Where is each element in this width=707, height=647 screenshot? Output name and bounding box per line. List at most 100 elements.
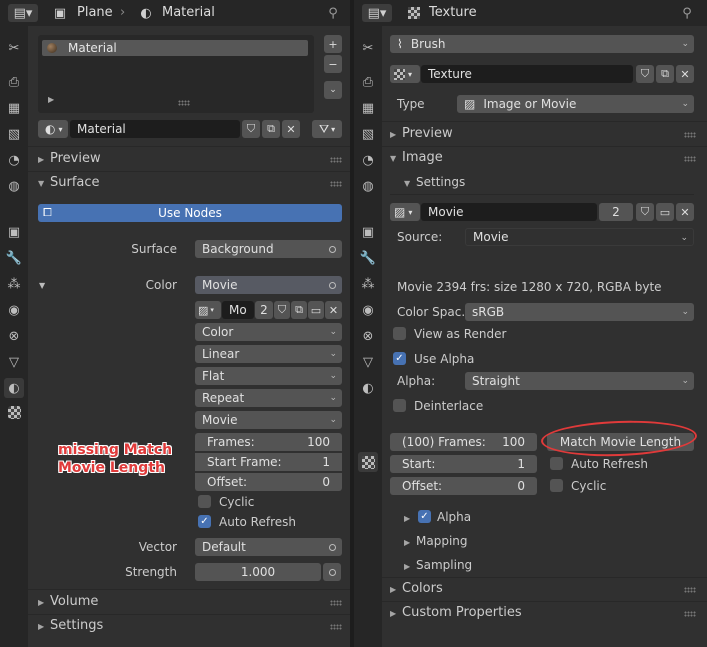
texture-browse-button[interactable]: ▾ [390, 65, 420, 83]
add-slot-button[interactable]: + [324, 35, 342, 53]
preview-grip-icon[interactable] [684, 132, 696, 138]
editor-type-icon[interactable]: ▤▾ [8, 4, 38, 22]
list-expand-icon[interactable]: ▶ [48, 95, 54, 104]
physics-tab-icon[interactable]: ◉ [4, 300, 24, 320]
data-tab-icon[interactable]: ▽ [358, 352, 378, 372]
world-tab-icon[interactable]: ◍ [4, 176, 24, 196]
preview-grip-icon[interactable] [330, 157, 342, 163]
colors-grip-icon[interactable] [684, 587, 696, 593]
settings-subsection-header[interactable]: ▼ Settings [404, 173, 465, 193]
offset-field[interactable]: Offset: 0 [195, 473, 342, 491]
image-section-header[interactable]: ▼ Image [390, 149, 443, 168]
settings-section-header[interactable]: ▶ Settings [38, 617, 103, 636]
strength-socket-button[interactable] [323, 563, 341, 581]
preview-section-header[interactable]: ▶ Preview [390, 125, 453, 144]
offset-field[interactable]: Offset: 0 [390, 477, 537, 495]
extension-dropdown[interactable]: Repeat ⌄ [195, 389, 342, 407]
auto-refresh-checkbox[interactable]: ✓ [198, 515, 211, 528]
image-browse-button[interactable]: ▨ ▾ [390, 203, 420, 221]
custom-properties-section-header[interactable]: ▶ Custom Properties [390, 604, 522, 623]
frames-field[interactable]: Frames: 100 [195, 433, 342, 451]
object-tab-icon[interactable]: ▣ [4, 222, 24, 242]
surface-grip-icon[interactable] [330, 181, 342, 187]
material-name-field[interactable]: Material [70, 120, 240, 138]
image-fake-user-icon[interactable]: ⛉ [274, 301, 290, 319]
object-tab-icon[interactable]: ▣ [358, 222, 378, 242]
constraints-tab-icon[interactable]: ⊗ [358, 326, 378, 346]
pin-icon[interactable]: ⚲ [324, 4, 342, 22]
image-users-field[interactable]: 2 [599, 203, 633, 221]
texture-name-field[interactable]: Texture [421, 65, 633, 83]
alpha-subsection-checkbox[interactable]: ✓ [418, 510, 431, 523]
color-space-dropdown[interactable]: sRGB ⌄ [465, 303, 694, 321]
colors-section-header[interactable]: ▶ Colors [390, 580, 443, 599]
view-layer-tab-icon[interactable]: ▧ [4, 124, 24, 144]
modifier-tab-icon[interactable]: 🔧 [4, 248, 24, 268]
use-alpha-checkbox[interactable]: ✓ [393, 352, 406, 365]
start-field[interactable]: Start: 1 [390, 455, 537, 473]
image-name-field[interactable]: Mo [222, 301, 254, 319]
alpha-mode-dropdown[interactable]: Straight ⌄ [465, 372, 694, 390]
volume-grip-icon[interactable] [330, 600, 342, 606]
image-open-icon[interactable]: ▭ [656, 203, 674, 221]
particles-tab-icon[interactable]: ⁂ [4, 274, 24, 294]
image-duplicate-icon[interactable]: ⧉ [291, 301, 307, 319]
vector-field[interactable]: Default [195, 538, 342, 556]
particles-tab-icon[interactable]: ⁂ [358, 274, 378, 294]
cyclic-checkbox[interactable] [550, 479, 563, 492]
tool-tab-icon[interactable]: ✂ [358, 38, 378, 58]
render-tab-icon[interactable]: ⎙ [4, 72, 24, 92]
texture-tab-icon[interactable] [8, 406, 21, 419]
material-slot-list[interactable]: Material ▶ [38, 35, 314, 113]
cyclic-checkbox[interactable] [198, 495, 211, 508]
image-unlink-icon[interactable]: ✕ [676, 203, 694, 221]
editor-type-icon[interactable]: ▤▾ [362, 4, 392, 22]
deinterlace-checkbox[interactable] [393, 399, 406, 412]
output-tab-icon[interactable]: ▦ [358, 98, 378, 118]
image-unlink-icon[interactable]: ✕ [325, 301, 342, 319]
texture-unlink-icon[interactable]: ✕ [676, 65, 694, 83]
constraints-tab-icon[interactable]: ⊗ [4, 326, 24, 346]
output-tab-icon[interactable]: ▦ [4, 98, 24, 118]
volume-section-header[interactable]: ▶ Volume [38, 593, 98, 612]
slot-specials-button[interactable]: ⌄ [324, 81, 342, 99]
render-tab-icon[interactable]: ⎙ [358, 72, 378, 92]
data-tab-icon[interactable]: ▽ [4, 352, 24, 372]
sampling-subsection-header[interactable]: ▶ Sampling [404, 556, 472, 576]
texture-duplicate-icon[interactable]: ⧉ [656, 65, 674, 83]
material-slot-item[interactable]: Material [42, 40, 308, 56]
tool-tab-icon[interactable]: ✂ [4, 38, 24, 58]
list-resize-grip-icon[interactable] [178, 100, 190, 106]
preview-section-header[interactable]: ▶ Preview [38, 150, 101, 169]
material-tab-icon[interactable]: ◐ [358, 378, 378, 398]
strength-field[interactable]: 1.000 [195, 563, 321, 581]
surface-shader-field[interactable]: Background [195, 240, 342, 258]
color-space-dropdown[interactable]: Color ⌄ [195, 323, 342, 341]
frames-field[interactable]: (100) Frames: 100 [390, 433, 537, 451]
view-as-render-checkbox[interactable] [393, 327, 406, 340]
use-nodes-button[interactable]: ⧠ Use Nodes [38, 204, 342, 222]
duplicate-icon[interactable]: ⧉ [262, 120, 280, 138]
texture-tab-icon[interactable] [358, 452, 378, 472]
image-grip-icon[interactable] [684, 156, 696, 162]
projection-dropdown[interactable]: Flat ⌄ [195, 367, 342, 385]
view-layer-tab-icon[interactable]: ▧ [358, 124, 378, 144]
settings-grip-icon[interactable] [330, 624, 342, 630]
source-dropdown[interactable]: Movie ⌄ [465, 228, 694, 246]
material-tab-icon[interactable]: ◐ [4, 378, 24, 398]
material-browse-button[interactable]: ◐ ▾ [38, 120, 68, 138]
scene-tab-icon[interactable]: ◔ [4, 150, 24, 170]
node-link-button[interactable]: ⛛ ▾ [312, 120, 342, 138]
scene-tab-icon[interactable]: ◔ [358, 150, 378, 170]
image-users-field[interactable]: 2 [255, 301, 273, 319]
texture-user-dropdown[interactable]: ⌇ Brush ⌄ [390, 35, 694, 53]
physics-tab-icon[interactable]: ◉ [358, 300, 378, 320]
image-name-field[interactable]: Movie [421, 203, 597, 221]
source-dropdown[interactable]: Movie ⌄ [195, 411, 342, 429]
world-tab-icon[interactable]: ◍ [358, 176, 378, 196]
texture-type-dropdown[interactable]: ▨ Image or Movie ⌄ [457, 95, 694, 113]
image-fake-user-icon[interactable]: ⛉ [636, 203, 654, 221]
unlink-icon[interactable]: ✕ [282, 120, 300, 138]
fake-user-icon[interactable]: ⛉ [242, 120, 260, 138]
image-browse-button[interactable]: ▨ ▾ [195, 301, 221, 319]
